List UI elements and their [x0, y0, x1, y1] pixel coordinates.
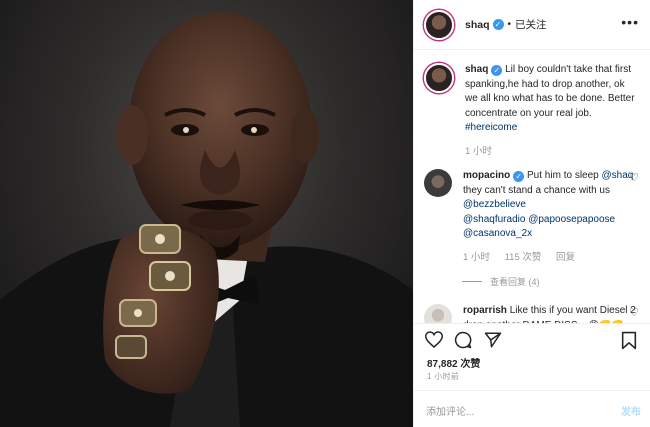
- comment-input[interactable]: 添加评论...: [426, 403, 474, 418]
- add-comment-bar: 添加评论... 发布: [414, 390, 650, 427]
- separator-dot: •: [507, 19, 512, 30]
- posted-time[interactable]: 1 小时前: [427, 371, 459, 382]
- instagram-post-viewer: shaq ✓ • 已关注 ••• shaq ✓ Lil boy couldn't …: [0, 0, 650, 427]
- comment-time[interactable]: 1 小时: [463, 252, 490, 263]
- follow-status-button[interactable]: 已关注: [515, 17, 547, 32]
- comment-like-heart-icon[interactable]: ♡: [629, 306, 639, 319]
- comment-item: mopacino ✓ Put him to sleep @shaq they ca…: [424, 169, 639, 265]
- verified-badge-icon: ✓: [491, 65, 503, 76]
- mention-link[interactable]: @papoosepapoose: [528, 214, 615, 225]
- comment-likes[interactable]: 115 次赞: [505, 252, 542, 263]
- commenter-avatar[interactable]: [424, 169, 452, 197]
- mention-link[interactable]: @shaqfuradio: [463, 214, 525, 225]
- comment-text-middle: they can't stand a chance with us: [463, 184, 610, 196]
- caption-hashtag[interactable]: #hereicome: [465, 122, 517, 133]
- caption-avatar[interactable]: [424, 63, 454, 93]
- comment-username[interactable]: roparrish: [463, 305, 507, 316]
- post-header: shaq ✓ • 已关注 •••: [414, 0, 650, 50]
- view-replies-label: 查看回复 (4): [490, 277, 540, 287]
- heart-icon[interactable]: [425, 331, 443, 348]
- like-count[interactable]: 87,882 次赞: [427, 355, 480, 370]
- post-sidebar: shaq ✓ • 已关注 ••• shaq ✓ Lil boy couldn't …: [413, 0, 650, 427]
- post-photo[interactable]: [0, 0, 413, 427]
- view-replies[interactable]: 查看回复 (4): [462, 275, 639, 288]
- author-avatar[interactable]: [424, 9, 454, 40]
- caption-meta: 1 小时: [465, 145, 639, 160]
- caption-username[interactable]: shaq: [465, 64, 488, 75]
- comment-icon[interactable]: [454, 331, 472, 349]
- caption-time[interactable]: 1 小时: [465, 146, 492, 157]
- comment-like-heart-icon[interactable]: ♡: [629, 171, 639, 184]
- commenter-avatar[interactable]: [424, 304, 452, 323]
- comment-meta: 1 小时 115 次赞 回复: [463, 251, 639, 266]
- portrait-image: [0, 12, 413, 427]
- caption: shaq ✓ Lil boy couldn't take that first s…: [424, 63, 639, 159]
- comment-text: Put him to sleep: [527, 170, 599, 181]
- post-comment-button[interactable]: 发布: [621, 403, 641, 418]
- more-options-icon[interactable]: •••: [621, 14, 639, 30]
- comment-reply-button[interactable]: 回复: [556, 252, 575, 263]
- mention-link[interactable]: @casanova_2x: [463, 228, 532, 239]
- comment-username[interactable]: mopacino: [463, 170, 510, 181]
- share-icon[interactable]: [484, 331, 502, 349]
- comment-body: roparrish Like this if you want Diesel 2…: [463, 304, 639, 323]
- comment-item: roparrish Like this if you want Diesel 2…: [424, 304, 639, 323]
- action-bar: [414, 323, 650, 355]
- comments-list[interactable]: shaq ✓ Lil boy couldn't take that first s…: [414, 51, 650, 323]
- mention-link[interactable]: @bezzbelieve: [463, 199, 526, 210]
- comment-body: mopacino ✓ Put him to sleep @shaq they ca…: [463, 169, 639, 265]
- caption-body: shaq ✓ Lil boy couldn't take that first s…: [465, 63, 639, 159]
- replies-divider-line: [462, 281, 482, 282]
- verified-badge-icon: ✓: [492, 19, 504, 30]
- verified-badge-icon: ✓: [513, 171, 525, 182]
- bookmark-icon[interactable]: [621, 331, 637, 350]
- author-username[interactable]: shaq: [465, 19, 490, 31]
